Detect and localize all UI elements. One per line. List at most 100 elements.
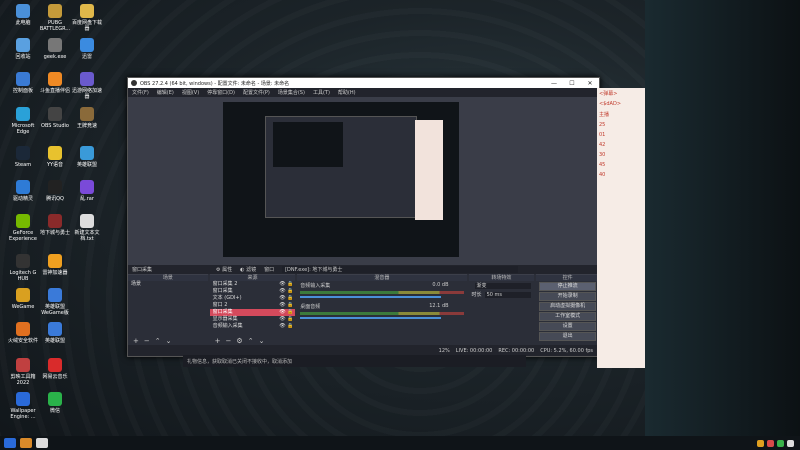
preview-area[interactable] <box>128 97 599 265</box>
volume-slider[interactable] <box>300 317 441 319</box>
desktop-icon[interactable]: geek.exe <box>38 38 72 60</box>
menu-docks[interactable]: 停靠窗口(D) <box>207 89 235 96</box>
desktop-icon[interactable]: WeGame <box>6 288 40 310</box>
source-item[interactable]: 音频输入采集 👁 🔒 <box>210 323 296 330</box>
visibility-icon[interactable]: 👁 <box>279 316 287 323</box>
up-icon[interactable]: ⌃ <box>155 337 161 345</box>
desktop-icon[interactable]: YY语音 <box>38 146 72 168</box>
desktop-icon[interactable]: 火绒安全软件 <box>6 322 40 344</box>
tray-app-icon-2[interactable] <box>767 439 774 447</box>
lock-icon[interactable]: 🔒 <box>287 323 295 330</box>
desktop-icon[interactable]: Wallpaper Engine: ... <box>6 392 40 420</box>
taskbar-app-icon[interactable] <box>20 438 32 448</box>
desktop-icon[interactable]: Logitech G HUB <box>6 254 40 282</box>
menu-edit[interactable]: 编辑(E) <box>157 89 174 96</box>
desktop-icon[interactable]: 迅雷 <box>70 38 104 60</box>
desktop-icons: 此电脑 PUBG BATTLEGR... 百度网盘下载器回收站 geek.exe 迅雷控… <box>0 0 110 430</box>
visibility-icon[interactable]: 👁 <box>279 309 287 316</box>
tray-wechat-icon[interactable] <box>777 439 784 447</box>
desktop-icon[interactable]: 王牌竞速 <box>70 107 104 129</box>
obs-titlebar[interactable]: OBS 27.2.4 (64 bit, windows) - 配置文件: 未命名… <box>128 78 599 88</box>
desktop-icon[interactable]: 迅游网络加速器 <box>70 72 104 100</box>
desktop-icon[interactable]: 地下城与勇士 <box>38 214 72 236</box>
desktop-icon[interactable]: 乱.rar <box>70 180 104 202</box>
source-item[interactable]: 显示器采集 👁 🔒 <box>210 316 296 323</box>
visibility-icon[interactable]: 👁 <box>279 288 287 295</box>
menu-profile[interactable]: 配置文件(P) <box>243 89 270 96</box>
logitech-icon <box>16 254 30 268</box>
desktop-icon[interactable]: 剪映工具箱 2022 <box>6 358 40 386</box>
filters-button[interactable]: ◐ 滤镜 <box>240 266 256 273</box>
desktop-icon[interactable]: 英雄联盟 <box>70 146 104 168</box>
duration-input[interactable]: 50 ms <box>484 291 532 298</box>
scene-item[interactable]: 场景 <box>128 281 208 288</box>
visibility-icon[interactable]: 👁 <box>279 302 287 309</box>
taskbar-obs-icon[interactable] <box>36 438 48 448</box>
tray-app-icon[interactable] <box>757 439 764 447</box>
desktop-icon[interactable]: 腾讯QQ <box>38 180 72 202</box>
menu-tools[interactable]: 工具(T) <box>313 89 330 96</box>
desktop-icon-label: 剪映工具箱 2022 <box>10 374 36 386</box>
lock-icon[interactable]: 🔒 <box>287 302 295 309</box>
transition-select[interactable]: 渐变 <box>474 282 532 289</box>
control-button[interactable]: 退出 <box>539 332 596 341</box>
lock-icon[interactable]: 🔒 <box>287 281 295 288</box>
lock-icon[interactable]: 🔒 <box>287 295 295 302</box>
start-icon[interactable] <box>4 438 16 448</box>
desktop-icon[interactable]: 此电脑 <box>6 4 40 26</box>
desktop-icon[interactable]: 驱动精灵 <box>6 180 40 202</box>
source-item[interactable]: 窗口采集 2 👁 🔒 <box>210 281 296 288</box>
down-icon[interactable]: ⌄ <box>166 337 172 345</box>
lock-icon[interactable]: 🔒 <box>287 288 295 295</box>
desktop-icon[interactable]: 百度网盘下载器 <box>70 4 104 32</box>
maximize-button[interactable]: ☐ <box>563 80 581 87</box>
control-button[interactable]: 工作室模式 <box>539 312 596 321</box>
source-down-icon[interactable]: ⌄ <box>259 337 265 345</box>
tray-network-icon[interactable] <box>787 439 794 447</box>
control-button[interactable]: 停止推流 <box>539 282 596 291</box>
visibility-icon[interactable]: 👁 <box>279 281 287 288</box>
menu-help[interactable]: 帮助(H) <box>338 89 356 96</box>
preview-canvas[interactable] <box>223 102 459 257</box>
source-item[interactable]: 窗口采集 👁 🔒 <box>210 288 296 295</box>
remove-source-icon[interactable]: − <box>226 337 232 345</box>
source-item[interactable]: 文本 (GDI+) 👁 🔒 <box>210 295 296 302</box>
desktop-icon[interactable]: 控制面板 <box>6 72 40 94</box>
remove-icon[interactable]: − <box>144 337 150 345</box>
desktop-icon-label: GeForce Experience <box>9 230 37 242</box>
desktop-icon[interactable]: 微信 <box>38 392 72 414</box>
control-button[interactable]: 设置 <box>539 322 596 331</box>
minimize-button[interactable]: — <box>545 80 563 87</box>
desktop-icon[interactable]: Steam <box>6 146 40 168</box>
source-settings-icon[interactable]: ⚙ <box>236 337 242 345</box>
desktop-icon[interactable]: 回收站 <box>6 38 40 60</box>
desktop-icon[interactable]: 雷神加速器 <box>38 254 72 276</box>
menu-view[interactable]: 视图(V) <box>182 89 199 96</box>
control-button[interactable]: 启动虚拟摄像机 <box>539 302 596 311</box>
desktop-icon[interactable]: 英雄联盟WeGame版 <box>38 288 72 316</box>
desktop-icon[interactable]: GeForce Experience <box>6 214 40 242</box>
menu-scene-collection[interactable]: 场景集合(S) <box>278 89 305 96</box>
visibility-icon[interactable]: 👁 <box>279 295 287 302</box>
close-button[interactable]: ✕ <box>581 80 599 87</box>
lock-icon[interactable]: 🔒 <box>287 309 295 316</box>
visibility-icon[interactable]: 👁 <box>279 323 287 330</box>
lock-icon[interactable]: 🔒 <box>287 316 295 323</box>
window-select[interactable]: [DNF.exe]: 地下城与勇士 <box>282 266 519 273</box>
desktop-icon[interactable]: 网易云音乐 <box>38 358 72 380</box>
desktop-icon[interactable]: OBS Studio <box>38 107 72 129</box>
menu-file[interactable]: 文件(F) <box>132 89 149 96</box>
desktop-icon[interactable]: 新建文本文档.txt <box>70 214 104 242</box>
desktop-icon[interactable]: 英雄联盟 <box>38 322 72 344</box>
properties-button[interactable]: ⚙ 属性 <box>216 266 232 273</box>
add-icon[interactable]: + <box>133 337 139 345</box>
control-button[interactable]: 开始录制 <box>539 292 596 301</box>
desktop-icon[interactable]: Microsoft Edge <box>6 107 40 135</box>
desktop-icon[interactable]: PUBG BATTLEGR... <box>38 4 72 32</box>
source-up-icon[interactable]: ⌃ <box>248 337 254 345</box>
desktop-icon[interactable]: 斗鱼直播伴侣 <box>38 72 72 94</box>
add-source-icon[interactable]: + <box>215 337 221 345</box>
source-item[interactable]: 窗口采集 👁 🔒 <box>209 309 296 316</box>
volume-slider[interactable] <box>300 296 441 298</box>
source-item[interactable]: 窗口 2 👁 🔒 <box>210 302 296 309</box>
